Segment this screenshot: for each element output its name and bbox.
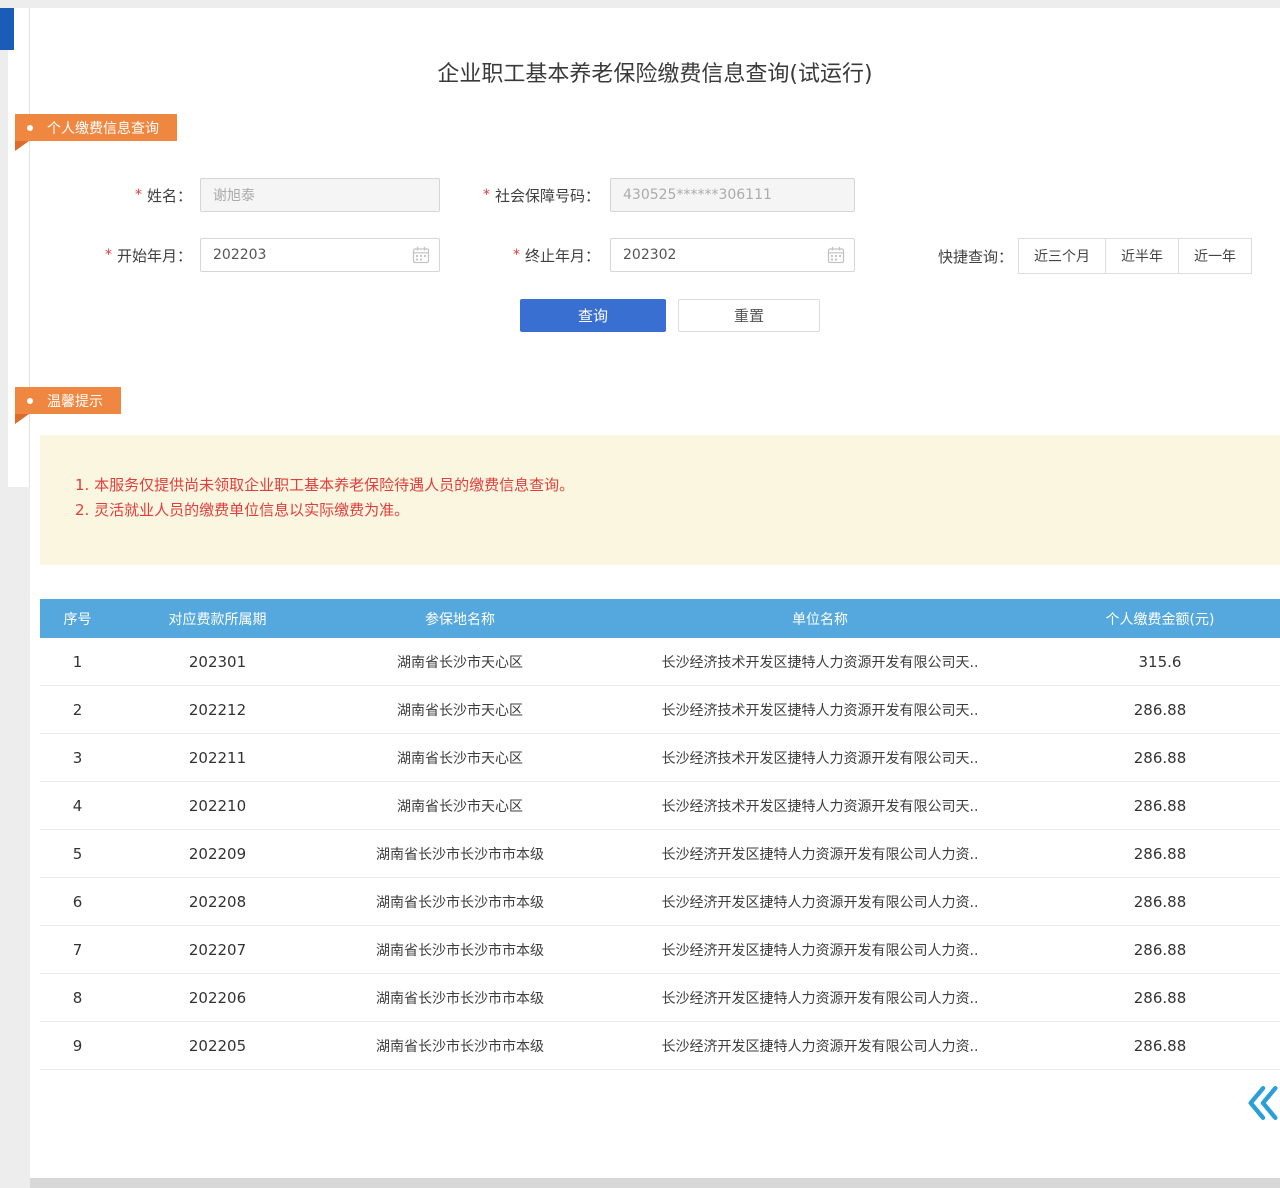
tag-fold: [15, 141, 29, 151]
header-area: 参保地名称: [320, 609, 600, 629]
section-tag-tips-label: 温馨提示: [47, 391, 103, 411]
header-no: 序号: [40, 609, 115, 629]
tag-fold: [15, 414, 29, 424]
table-header-row: 序号 对应费款所属期 参保地名称 单位名称 个人缴费金额(元): [40, 599, 1280, 638]
tips-line-2: 2. 灵活就业人员的缴费单位信息以实际缴费为准。: [75, 498, 409, 523]
name-label: * 姓名：: [60, 178, 192, 212]
reset-button[interactable]: 重置: [678, 299, 820, 332]
table-row: 9 202205 湖南省长沙市长沙市市本级 长沙经济开发区捷特人力资源开发有限公…: [40, 1022, 1280, 1070]
calendar-icon[interactable]: [827, 246, 845, 264]
header-period: 对应费款所属期: [115, 609, 320, 629]
table-row: 1 202301 湖南省长沙市天心区 长沙经济技术开发区捷特人力资源开发有限公司…: [40, 638, 1280, 686]
section-tag-personal-query-label: 个人缴费信息查询: [47, 118, 159, 138]
ssn-field: [610, 178, 855, 212]
end-month-label: * 终止年月：: [470, 238, 600, 272]
table-row: 8 202206 湖南省长沙市长沙市市本级 长沙经济开发区捷特人力资源开发有限公…: [40, 974, 1280, 1022]
quick-option-last-3-months[interactable]: 近三个月: [1018, 238, 1106, 274]
query-button[interactable]: 查询: [520, 299, 666, 332]
quick-query-label: 快捷查询：: [918, 238, 1013, 274]
table-row: 7 202207 湖南省长沙市长沙市市本级 长沙经济开发区捷特人力资源开发有限公…: [40, 926, 1280, 974]
bottom-scroll-strip: [30, 1178, 1280, 1188]
dot-icon: [27, 398, 33, 404]
ssn-label: * 社会保障号码：: [430, 178, 600, 212]
tips-notice-box: 1. 本服务仅提供尚未领取企业职工基本养老保险待遇人员的缴费信息查询。 2. 灵…: [40, 435, 1280, 565]
start-month-field[interactable]: [200, 238, 440, 272]
calendar-icon[interactable]: [412, 246, 430, 264]
quick-option-last-year[interactable]: 近一年: [1178, 238, 1252, 274]
required-asterisk: *: [513, 247, 520, 263]
header-company: 单位名称: [600, 609, 1040, 629]
table-row: 5 202209 湖南省长沙市长沙市市本级 长沙经济开发区捷特人力资源开发有限公…: [40, 830, 1280, 878]
table-row: 3 202211 湖南省长沙市天心区 长沙经济技术开发区捷特人力资源开发有限公司…: [40, 734, 1280, 782]
section-tag-tips: 温馨提示: [15, 387, 121, 414]
table-row: 6 202208 湖南省长沙市长沙市市本级 长沙经济开发区捷特人力资源开发有限公…: [40, 878, 1280, 926]
required-asterisk: *: [483, 187, 490, 203]
required-asterisk: *: [135, 187, 142, 203]
tips-line-1: 1. 本服务仅提供尚未领取企业职工基本养老保险待遇人员的缴费信息查询。: [75, 473, 574, 498]
dot-icon: [27, 125, 33, 131]
start-month-label: * 开始年月：: [60, 238, 192, 272]
sidebar-accent-block: [0, 8, 14, 50]
name-field: [200, 178, 440, 212]
double-chevron-left-icon[interactable]: [1247, 1084, 1279, 1122]
table-row: 4 202210 湖南省长沙市天心区 长沙经济技术开发区捷特人力资源开发有限公司…: [40, 782, 1280, 830]
page-title: 企业职工基本养老保险缴费信息查询(试运行): [30, 56, 1280, 88]
table-row: 2 202212 湖南省长沙市天心区 长沙经济技术开发区捷特人力资源开发有限公司…: [40, 686, 1280, 734]
end-month-field[interactable]: [610, 238, 855, 272]
payment-table: 序号 对应费款所属期 参保地名称 单位名称 个人缴费金额(元) 1 202301…: [40, 599, 1280, 1070]
quick-option-last-half-year[interactable]: 近半年: [1105, 238, 1179, 274]
quick-query-group: 近三个月 近半年 近一年: [1018, 238, 1252, 274]
section-tag-personal-query: 个人缴费信息查询: [15, 114, 177, 141]
header-amount: 个人缴费金额(元): [1040, 609, 1280, 629]
required-asterisk: *: [105, 247, 112, 263]
